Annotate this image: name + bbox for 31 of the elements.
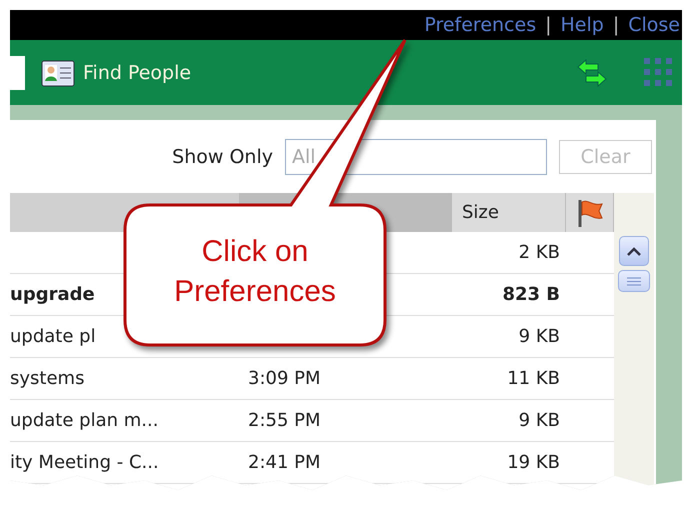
size-cell: 11 KB xyxy=(507,368,560,389)
caret-icon xyxy=(627,246,641,256)
callout-text: Click on Preferences xyxy=(173,234,337,310)
contact-card-icon xyxy=(41,58,75,88)
subject-cell: upgrade xyxy=(10,284,95,305)
find-people-button[interactable]: Find People xyxy=(41,58,192,88)
search-field[interactable] xyxy=(10,56,25,90)
header-link[interactable]: Help xyxy=(560,14,604,36)
sync-arrows-icon[interactable] xyxy=(576,58,608,86)
header-link[interactable]: Preferences xyxy=(424,14,536,36)
time-cell: 3:09 PM xyxy=(248,368,321,389)
size-cell: 823 B xyxy=(502,284,560,305)
size-cell: 9 KB xyxy=(518,410,560,431)
size-cell: 9 KB xyxy=(518,326,560,347)
subject-cell: update pl xyxy=(10,326,96,347)
subject-cell: update plan m... xyxy=(10,410,158,431)
column-header[interactable]: Size xyxy=(452,193,566,232)
scroll-thumb[interactable] xyxy=(618,270,650,292)
subject-cell: ity Meeting - C... xyxy=(10,452,159,473)
size-cell: 19 KB xyxy=(507,452,560,473)
link-separator: | xyxy=(545,14,552,36)
time-cell: 2:41 PM xyxy=(248,452,321,473)
header-link[interactable]: Close xyxy=(628,14,680,36)
subject-cell: systems xyxy=(10,368,84,389)
size-cell: 2 KB xyxy=(518,242,560,263)
scroll-up-button[interactable] xyxy=(619,236,649,266)
filter-label: Show Only xyxy=(172,146,273,168)
time-cell: 2:55 PM xyxy=(248,410,321,431)
flag-column-header[interactable] xyxy=(566,193,614,232)
link-separator: | xyxy=(612,14,620,36)
grip-icon xyxy=(627,276,641,286)
